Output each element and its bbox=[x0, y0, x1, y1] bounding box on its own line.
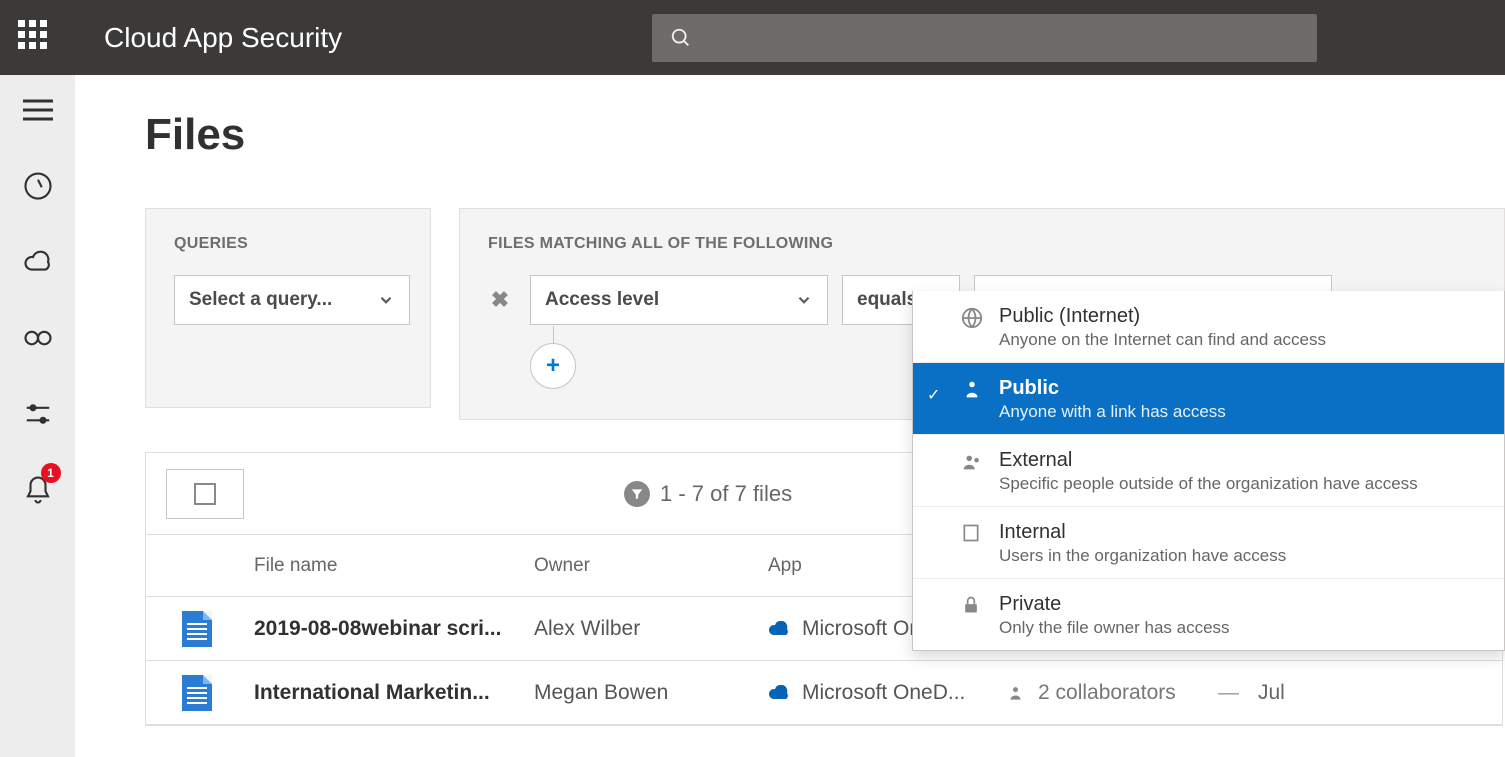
dash: — bbox=[1218, 681, 1258, 705]
left-nav: 1 bbox=[0, 75, 75, 757]
file-name: 2019-08-08webinar scri... bbox=[254, 617, 534, 641]
hamburger-icon[interactable] bbox=[21, 93, 55, 127]
controls-icon[interactable] bbox=[21, 397, 55, 431]
chevron-down-icon bbox=[795, 291, 813, 309]
main-content: Files QUERIES Select a query... FILES MA… bbox=[75, 75, 1505, 757]
file-count: 1 - 7 of 7 files bbox=[624, 481, 792, 507]
investigate-icon[interactable] bbox=[21, 321, 55, 355]
file-owner: Alex Wilber bbox=[534, 617, 768, 641]
option-title: External bbox=[999, 449, 1418, 472]
option-desc: Only the file owner has access bbox=[999, 618, 1230, 638]
option-desc: Users in the organization have access bbox=[999, 546, 1286, 566]
lock-icon bbox=[961, 595, 985, 620]
filter-icon bbox=[624, 481, 650, 507]
option-desc: Specific people outside of the organizat… bbox=[999, 474, 1418, 494]
top-bar: Cloud App Security bbox=[0, 0, 1505, 75]
option-desc: Anyone on the Internet can find and acce… bbox=[999, 330, 1326, 350]
building-icon bbox=[961, 523, 985, 548]
select-query-dropdown[interactable]: Select a query... bbox=[174, 275, 410, 325]
matching-label: FILES MATCHING ALL OF THE FOLLOWING bbox=[488, 235, 1476, 253]
select-query-placeholder: Select a query... bbox=[189, 289, 332, 311]
header-filename[interactable]: File name bbox=[254, 555, 534, 577]
app-title: Cloud App Security bbox=[104, 22, 342, 54]
file-count-text: 1 - 7 of 7 files bbox=[660, 481, 792, 507]
alerts-icon[interactable]: 1 bbox=[21, 473, 55, 507]
cloud-icon[interactable] bbox=[21, 245, 55, 279]
access-option[interactable]: Public (Internet)Anyone on the Internet … bbox=[913, 291, 1504, 363]
search-icon bbox=[670, 27, 692, 49]
add-filter-button[interactable]: + bbox=[530, 343, 576, 389]
option-title: Private bbox=[999, 593, 1230, 616]
option-desc: Anyone with a link has access bbox=[999, 402, 1226, 422]
dashboard-icon[interactable] bbox=[21, 169, 55, 203]
select-all-checkbox[interactable] bbox=[166, 469, 244, 519]
page-title: Files bbox=[145, 110, 1505, 160]
share-icon bbox=[961, 379, 985, 406]
access-option[interactable]: ✓ PublicAnyone with a link has access bbox=[913, 363, 1504, 435]
globe-icon bbox=[961, 307, 985, 334]
global-search-input[interactable] bbox=[652, 14, 1317, 62]
check-icon: ✓ bbox=[927, 385, 940, 405]
queries-panel: QUERIES Select a query... bbox=[145, 208, 431, 408]
option-title: Public (Internet) bbox=[999, 305, 1326, 328]
document-icon bbox=[182, 675, 212, 711]
file-name: International Marketin... bbox=[254, 681, 534, 705]
filter-field-dropdown[interactable]: Access level bbox=[530, 275, 828, 325]
alert-badge: 1 bbox=[41, 463, 61, 483]
document-icon bbox=[182, 611, 212, 647]
chevron-down-icon bbox=[377, 291, 395, 309]
file-date: Jul bbox=[1258, 681, 1285, 705]
table-row[interactable]: International Marketin...Megan BowenMicr… bbox=[146, 661, 1502, 725]
onedrive-icon bbox=[768, 621, 792, 637]
file-owner: Megan Bowen bbox=[534, 681, 768, 705]
file-app: Microsoft OneD... bbox=[768, 681, 1008, 705]
access-option[interactable]: PrivateOnly the file owner has access bbox=[913, 579, 1504, 650]
app-launcher-icon[interactable] bbox=[18, 20, 54, 56]
option-title: Internal bbox=[999, 521, 1286, 544]
file-collaborators: 2 collaborators bbox=[1008, 681, 1218, 705]
access-option[interactable]: ExternalSpecific people outside of the o… bbox=[913, 435, 1504, 507]
people-icon bbox=[961, 451, 985, 478]
matching-panel: FILES MATCHING ALL OF THE FOLLOWING ✖ Ac… bbox=[459, 208, 1505, 420]
access-option[interactable]: InternalUsers in the organization have a… bbox=[913, 507, 1504, 579]
access-level-options: Public (Internet)Anyone on the Internet … bbox=[912, 291, 1505, 651]
people-icon bbox=[1008, 683, 1028, 703]
remove-filter-icon[interactable]: ✖ bbox=[488, 287, 512, 313]
header-owner[interactable]: Owner bbox=[534, 555, 768, 577]
filter-operator-value: equals bbox=[857, 289, 917, 311]
option-title: Public bbox=[999, 377, 1226, 400]
filter-field-value: Access level bbox=[545, 289, 659, 311]
onedrive-icon bbox=[768, 685, 792, 701]
queries-label: QUERIES bbox=[174, 235, 402, 253]
